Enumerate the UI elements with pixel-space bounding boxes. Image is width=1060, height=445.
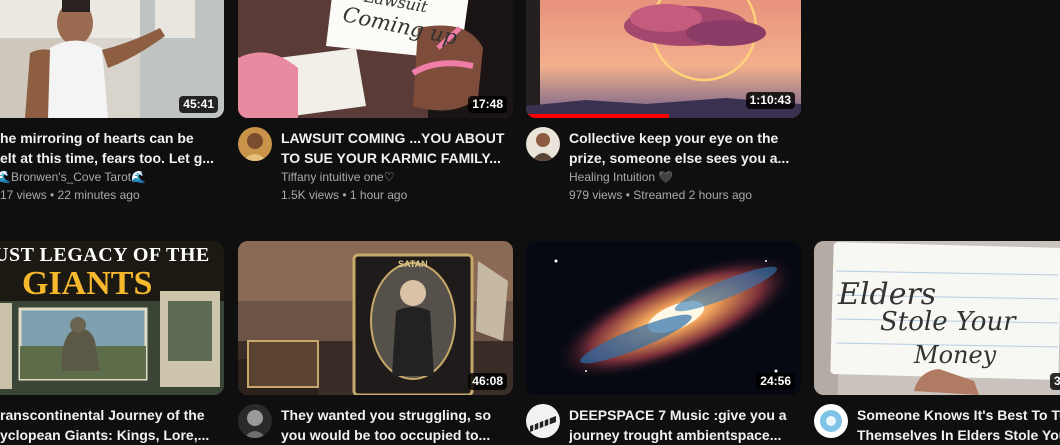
video-thumbnail[interactable]: 24:56 [526, 241, 801, 395]
video-thumbnail[interactable]: UST LEGACY OF THE GIANTS [0, 241, 224, 395]
thumbnail-headline: UST LEGACY OF THE [0, 244, 210, 266]
video-title[interactable]: he mirroring of hearts can be elt at thi… [0, 128, 225, 168]
thumbnail-text: Money [914, 341, 997, 369]
video-thumbnail[interactable]: 1:10:43 [526, 0, 801, 118]
channel-avatar[interactable] [814, 404, 848, 438]
video-duration: 46:08 [468, 373, 507, 390]
video-thumbnail[interactable]: SATAN 46:08 [238, 241, 513, 395]
channel-avatar[interactable] [526, 404, 560, 438]
thumbnail-card-label: SATAN [398, 259, 428, 269]
channel-avatar[interactable] [238, 127, 272, 161]
thumbnail-image [526, 241, 801, 395]
video-title[interactable]: They wanted you struggling, so you would… [281, 405, 511, 445]
thumbnail-image [238, 241, 513, 395]
avatar-image [526, 404, 560, 438]
channel-name[interactable]: Tiffany intuitive one♡ [281, 170, 394, 184]
video-duration: 1:10:43 [745, 92, 795, 109]
video-meta: 979 views • Streamed 2 hours ago [569, 188, 752, 202]
video-title[interactable]: ranscontinental Journey of the yclopean … [0, 405, 225, 445]
video-duration: 24:56 [756, 373, 795, 390]
video-title[interactable]: DEEPSPACE 7 Music :give you a journey tr… [569, 405, 799, 445]
video-title[interactable]: Collective keep your eye on the prize, s… [569, 128, 799, 168]
video-title[interactable]: LAWSUIT COMING ...YOU ABOUT TO SUE YOUR … [281, 128, 511, 168]
video-meta: 17 views • 22 minutes ago [0, 188, 140, 202]
avatar-image [814, 404, 848, 438]
avatar-image [526, 127, 560, 161]
channel-avatar[interactable] [526, 127, 560, 161]
video-duration: 45:41 [179, 96, 218, 113]
avatar-image [238, 127, 272, 161]
thumbnail-text: Stole Your [880, 307, 1016, 337]
channel-avatar[interactable] [238, 404, 272, 438]
video-thumbnail[interactable]: Elders Stole Your Money 3 [814, 241, 1060, 395]
thumbnail-headline: GIANTS [22, 265, 153, 302]
video-title[interactable]: Someone Knows It's Best To Turn Themselv… [857, 405, 1060, 445]
watch-progress-bar [526, 114, 669, 118]
channel-name[interactable]: 🌊Bronwen's_Cove Tarot🌊 [0, 170, 146, 184]
avatar-image [238, 404, 272, 438]
video-duration: 17:48 [468, 96, 507, 113]
video-thumbnail[interactable]: 45:41 [0, 0, 224, 118]
channel-name[interactable]: Healing Intuition 🖤 [569, 170, 673, 184]
video-thumbnail[interactable]: Coming up Lawsuit 17:48 [238, 0, 513, 118]
video-duration: 3 [1050, 373, 1060, 390]
video-meta: 1.5K views • 1 hour ago [281, 188, 408, 202]
